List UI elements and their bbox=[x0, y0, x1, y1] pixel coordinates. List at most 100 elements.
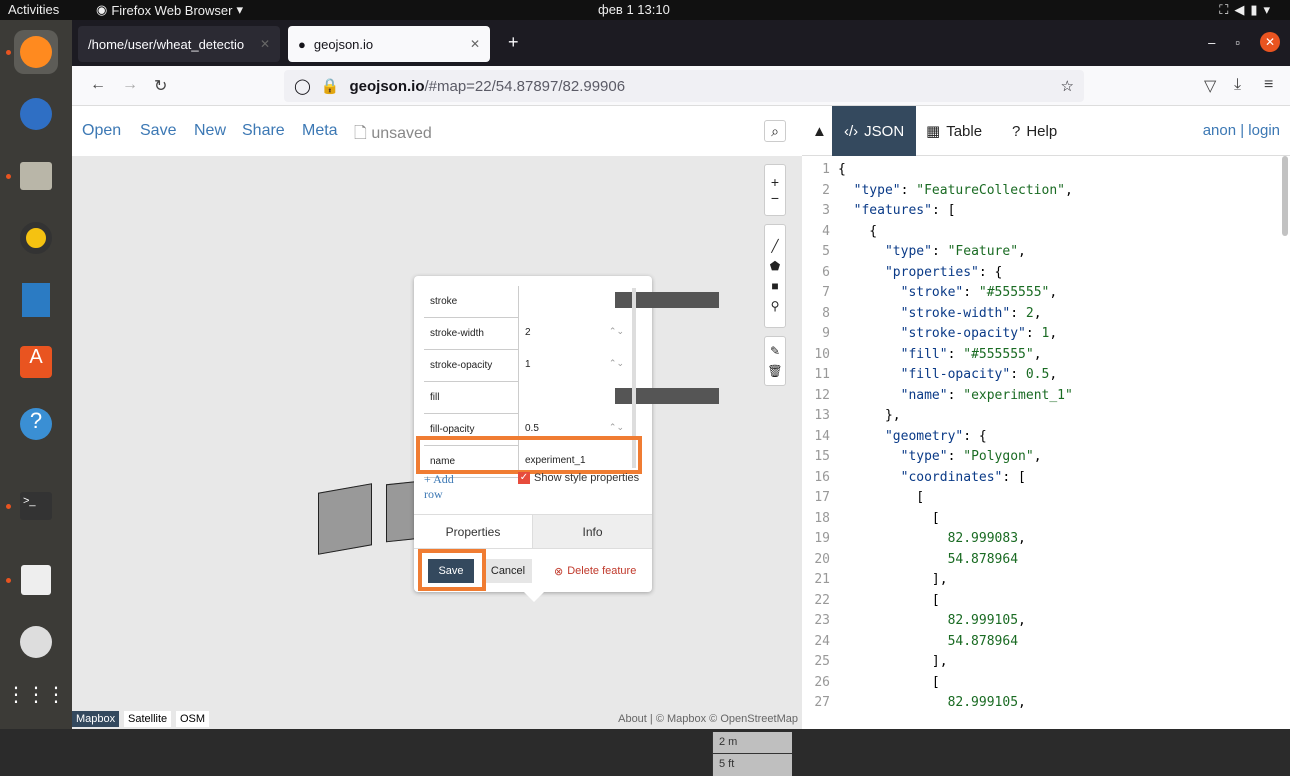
line-tool-icon[interactable]: ╱ bbox=[771, 239, 778, 253]
stepper-icon[interactable]: ⌃⌄ bbox=[609, 326, 624, 337]
close-window-icon[interactable]: ✕ bbox=[1260, 32, 1280, 52]
star-icon[interactable]: ☆ bbox=[1061, 77, 1074, 95]
delete-feature-button[interactable]: ⊗ Delete feature bbox=[554, 565, 636, 578]
scale-bar: 2 m 5 ft bbox=[712, 732, 792, 776]
delete-icon: ⊗ bbox=[554, 566, 564, 578]
dock-disc[interactable] bbox=[14, 620, 58, 664]
minimize-icon[interactable]: – bbox=[1208, 35, 1215, 50]
search-icon[interactable]: ⌕ bbox=[764, 120, 786, 142]
layer-satellite[interactable]: Satellite bbox=[124, 711, 172, 727]
tab-table[interactable]: ▦ Table bbox=[926, 106, 982, 156]
menu-icon[interactable]: ≡ bbox=[1264, 76, 1273, 94]
clock[interactable]: фев 1 13:10 bbox=[598, 2, 670, 17]
property-value[interactable] bbox=[518, 382, 719, 414]
close-icon[interactable]: ✕ bbox=[470, 37, 480, 51]
geojson-icon: ● bbox=[298, 36, 306, 52]
app-menu[interactable]: ◉ Firefox Web Browser ▾ bbox=[96, 2, 243, 18]
stepper-icon[interactable]: ⌃⌄ bbox=[609, 422, 624, 433]
trash-icon[interactable]: 🗑 bbox=[767, 364, 782, 378]
map-area[interactable]: ⌕ + − ╱ ⬟ ■ ⚲ ✎ 🗑 stroke stroke-width 2 ⌃⌄ bbox=[72, 120, 802, 776]
dock-rhythmbox[interactable] bbox=[14, 216, 58, 260]
code-line: ], bbox=[838, 572, 948, 587]
tab-help[interactable]: ? Help bbox=[1012, 106, 1057, 156]
back-icon[interactable]: ← bbox=[90, 76, 106, 94]
maximize-icon[interactable]: ▫ bbox=[1235, 35, 1240, 50]
property-value[interactable] bbox=[518, 286, 719, 318]
code-line: 82.999105, bbox=[947, 613, 1026, 628]
dock-software[interactable]: A bbox=[14, 340, 58, 384]
code-line: "type": "FeatureCollection", bbox=[853, 182, 1073, 198]
code-line: "type": "Feature", bbox=[884, 244, 1026, 259]
thunderbird-icon bbox=[20, 98, 52, 130]
dock-help[interactable]: ? bbox=[14, 402, 58, 446]
help-icon: ? bbox=[20, 408, 52, 440]
tab-geojson[interactable]: ● geojson.io ✕ bbox=[288, 26, 490, 62]
tab-file[interactable]: /home/user/wheat_detectio ✕ bbox=[78, 26, 280, 62]
line-number: 20 bbox=[814, 551, 830, 567]
reload-icon[interactable]: ↻ bbox=[154, 76, 167, 96]
new-tab-button[interactable]: + bbox=[508, 32, 519, 53]
zoom-out-button[interactable]: − bbox=[771, 190, 779, 206]
property-value[interactable]: 1 ⌃⌄ bbox=[518, 350, 632, 382]
color-swatch[interactable] bbox=[615, 388, 719, 404]
dock-terminal[interactable]: >_ bbox=[6, 484, 58, 528]
login-link[interactable]: anon | login bbox=[1203, 122, 1280, 139]
menu-new[interactable]: New bbox=[194, 122, 226, 140]
zoom-control: + − bbox=[764, 164, 786, 216]
terminal-icon: >_ bbox=[20, 492, 52, 520]
polygon-feature[interactable] bbox=[318, 483, 372, 555]
dock-writer[interactable] bbox=[14, 278, 58, 322]
menu-save[interactable]: Save bbox=[140, 122, 176, 140]
system-tray[interactable]: ⛶◀▮▾ bbox=[1219, 2, 1276, 18]
layer-mapbox[interactable]: Mapbox bbox=[72, 711, 120, 727]
dock-thunderbird[interactable] bbox=[14, 92, 58, 136]
download-icon[interactable]: ⤓ bbox=[1234, 76, 1241, 94]
scale-feet: 5 ft bbox=[712, 754, 792, 776]
line-number: 27 bbox=[814, 695, 830, 710]
stepper-icon[interactable]: ⌃⌄ bbox=[609, 358, 624, 369]
editor-scrollbar[interactable] bbox=[1282, 156, 1288, 236]
help-icon: ? bbox=[1012, 122, 1021, 140]
volume-icon: ◀ bbox=[1234, 2, 1251, 17]
line-number: 12 bbox=[814, 387, 830, 403]
menu-meta[interactable]: Meta bbox=[302, 122, 338, 140]
edit-icon[interactable]: ✎ bbox=[770, 344, 780, 358]
tab-info[interactable]: Info bbox=[532, 515, 652, 549]
json-editor[interactable]: 1 {2 "type": "FeatureCollection", 3 "featu… bbox=[802, 156, 1290, 729]
polygon-tool-icon[interactable]: ⬟ bbox=[770, 259, 780, 273]
menu-open[interactable]: Open bbox=[82, 122, 121, 140]
code-line: "stroke-opacity": 1, bbox=[900, 326, 1058, 341]
color-swatch[interactable] bbox=[615, 292, 719, 308]
dock-show-apps[interactable]: ⋮⋮⋮ bbox=[6, 672, 66, 716]
layer-osm[interactable]: OSM bbox=[176, 711, 210, 727]
files-icon bbox=[20, 162, 52, 190]
code-line: "type": "Polygon", bbox=[900, 449, 1042, 464]
dock-firefox[interactable] bbox=[6, 30, 58, 74]
dock-text-editor[interactable] bbox=[6, 558, 58, 602]
cancel-button[interactable]: Cancel bbox=[484, 559, 532, 583]
marker-tool-icon[interactable]: ⚲ bbox=[771, 299, 780, 313]
pocket-icon[interactable]: ▽ bbox=[1204, 76, 1216, 96]
show-style-checkbox[interactable]: ✓ Show style properties bbox=[518, 472, 639, 484]
attribution[interactable]: About | © Mapbox © OpenStreetMap bbox=[618, 713, 798, 725]
rectangle-tool-icon[interactable]: ■ bbox=[771, 279, 778, 293]
tab-properties[interactable]: Properties bbox=[414, 515, 532, 549]
property-row: stroke bbox=[424, 286, 719, 318]
forward-icon[interactable]: → bbox=[122, 76, 138, 94]
dock-files[interactable] bbox=[6, 154, 58, 198]
tab-json[interactable]: ‹/› JSON bbox=[832, 106, 917, 156]
close-icon[interactable]: ✕ bbox=[260, 37, 270, 51]
collapse-icon[interactable]: ▲ bbox=[812, 106, 827, 156]
url-bar[interactable]: ◯ 🔒 geojson.io/#map=22/54.87897/82.99906… bbox=[284, 70, 1084, 102]
add-row-link[interactable]: + Add row bbox=[424, 472, 464, 502]
code-line: }, bbox=[838, 408, 901, 423]
menu-share[interactable]: Share bbox=[242, 122, 285, 140]
line-number: 9 bbox=[822, 326, 830, 341]
activities-button[interactable]: Activities bbox=[8, 2, 59, 17]
code-line: 54.878964 bbox=[947, 633, 1019, 649]
firefox-icon bbox=[20, 36, 52, 68]
line-number: 6 bbox=[822, 264, 830, 280]
zoom-in-button[interactable]: + bbox=[771, 174, 779, 190]
draw-toolbar: ╱ ⬟ ■ ⚲ bbox=[764, 224, 786, 328]
property-value[interactable]: 2 ⌃⌄ bbox=[518, 318, 632, 350]
